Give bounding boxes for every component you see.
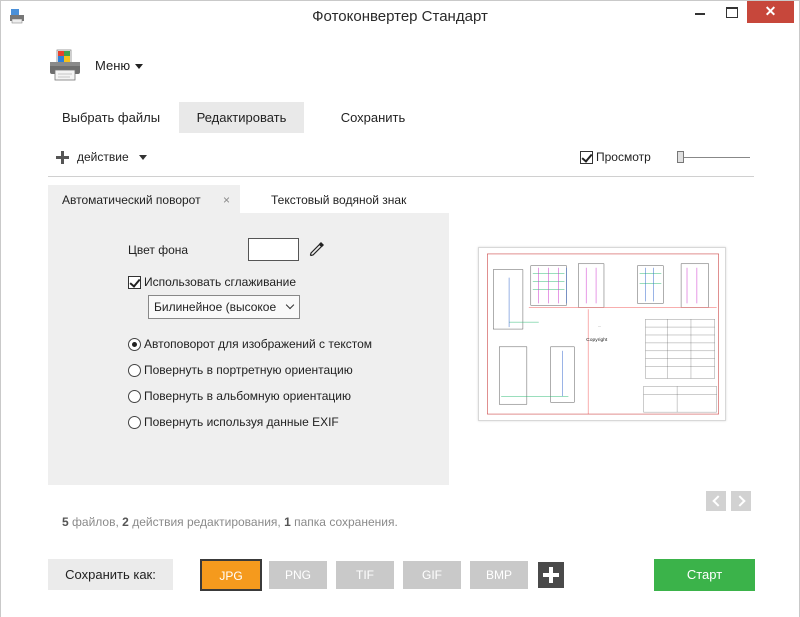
menu-label: Меню xyxy=(95,58,131,73)
smoothing-label: Использовать сглаживание xyxy=(144,275,296,289)
preview-toggle[interactable]: Просмотр xyxy=(580,150,651,164)
format-jpg-button[interactable]: JPG xyxy=(200,559,262,591)
toolbar-divider xyxy=(48,176,754,177)
plus-icon xyxy=(56,150,69,164)
radio-button[interactable] xyxy=(128,337,141,351)
watermark-text: Copyright xyxy=(586,337,608,343)
zoom-slider-handle[interactable] xyxy=(677,151,684,163)
title-bar: Фотоконвертер Стандарт ✕ xyxy=(0,0,800,31)
smoothing-method-value: Билинейное (высокое xyxy=(154,300,277,314)
format-tif-button[interactable]: TIF xyxy=(336,561,394,589)
folders-count: 1 xyxy=(284,515,291,529)
add-format-button[interactable] xyxy=(538,562,564,588)
preview-annotation: — xyxy=(598,324,601,328)
tab-edit[interactable]: Редактировать xyxy=(179,102,304,133)
radio-auto-rotate-text[interactable]: Автоповорот для изображений с текстом xyxy=(128,337,372,351)
start-button[interactable]: Старт xyxy=(654,559,755,591)
radio-label: Повернуть в портретную ориентацию xyxy=(144,363,353,377)
radio-button[interactable] xyxy=(128,389,141,403)
image-preview: — Copyright xyxy=(478,247,726,421)
chevron-down-icon xyxy=(135,64,144,70)
close-button[interactable]: ✕ xyxy=(747,1,794,23)
tab-select-files[interactable]: Выбрать файлы xyxy=(48,102,174,133)
add-action-button[interactable]: действие xyxy=(56,148,147,166)
minimize-button[interactable] xyxy=(683,1,717,23)
previous-image-button[interactable] xyxy=(706,491,726,511)
format-gif-button[interactable]: GIF xyxy=(403,561,461,589)
files-count: 5 xyxy=(62,515,69,529)
chevron-down-icon xyxy=(138,154,147,160)
format-png-button[interactable]: PNG xyxy=(269,561,327,589)
radio-label: Повернуть в альбомную ориентацию xyxy=(144,389,351,403)
tab-save[interactable]: Сохранить xyxy=(320,102,426,133)
radio-landscape[interactable]: Повернуть в альбомную ориентацию xyxy=(128,389,351,403)
window-frame-left xyxy=(0,31,8,617)
bg-color-swatch[interactable] xyxy=(248,238,299,261)
files-text: файлов, xyxy=(72,515,119,529)
radio-label: Повернуть используя данные EXIF xyxy=(144,415,339,429)
actions-text: действия редактирования, xyxy=(132,515,281,529)
format-bmp-button[interactable]: BMP xyxy=(470,561,528,589)
preview-checkbox[interactable] xyxy=(580,150,593,164)
smoothing-option[interactable]: Использовать сглаживание xyxy=(128,275,296,289)
tab-auto-rotate[interactable]: Автоматический поворот xyxy=(48,185,240,213)
save-as-label: Сохранить как: xyxy=(48,559,173,590)
actions-count: 2 xyxy=(122,515,129,529)
next-image-button[interactable] xyxy=(731,491,751,511)
smoothing-checkbox[interactable] xyxy=(128,275,141,289)
radio-label: Автоповорот для изображений с текстом xyxy=(144,337,373,351)
close-tab-icon[interactable]: × xyxy=(223,194,230,206)
smoothing-method-select[interactable]: Билинейное (высокое xyxy=(148,295,300,319)
summary-text: 5 файлов, 2 действия редактирования, 1 п… xyxy=(62,515,398,529)
folders-text: папка сохранения. xyxy=(294,515,398,529)
app-logo-icon xyxy=(50,49,80,81)
tab-text-watermark[interactable]: Текстовый водяной знак xyxy=(271,185,406,213)
window-title: Фотоконвертер Стандарт xyxy=(312,8,488,25)
zoom-slider-track[interactable] xyxy=(680,157,750,158)
radio-portrait[interactable]: Повернуть в портретную ориентацию xyxy=(128,363,353,377)
radio-exif[interactable]: Повернуть используя данные EXIF xyxy=(128,415,339,429)
radio-button[interactable] xyxy=(128,415,141,429)
eyedropper-icon[interactable] xyxy=(308,240,326,258)
menu-button[interactable]: Меню xyxy=(95,58,144,73)
maximize-button[interactable] xyxy=(717,1,747,23)
radio-button[interactable] xyxy=(128,363,141,377)
window-frame-right xyxy=(792,31,800,617)
chevron-down-icon xyxy=(285,300,295,310)
add-action-label: действие xyxy=(77,150,129,164)
bg-color-label: Цвет фона xyxy=(128,243,189,257)
preview-label: Просмотр xyxy=(596,150,651,164)
